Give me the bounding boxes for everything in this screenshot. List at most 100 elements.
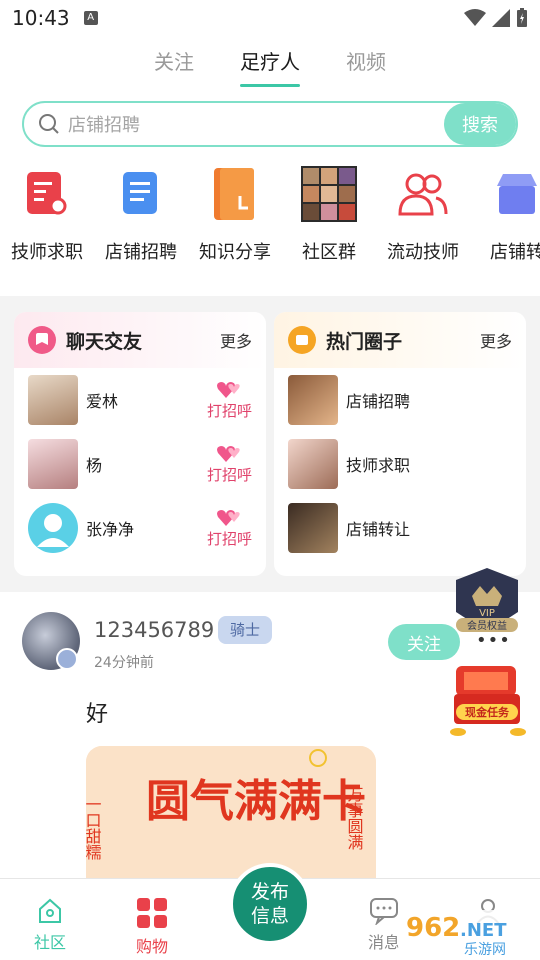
search-input[interactable]: 店铺招聘: [68, 111, 444, 137]
greet-button[interactable]: 打招呼: [207, 444, 252, 485]
list-item[interactable]: 店铺招聘: [274, 368, 526, 432]
post-text: 好: [86, 702, 109, 727]
category-knowledge[interactable]: 知识分享: [188, 166, 282, 276]
tab-following[interactable]: 关注: [154, 46, 194, 87]
people-icon: [398, 173, 448, 216]
promo-left: 一口甜糯: [86, 796, 102, 860]
top-tabs: 关注 足疗人 视频: [0, 46, 540, 87]
circle-card-title: 热门圈子: [326, 330, 403, 353]
list-item[interactable]: 张净净 打招呼: [14, 496, 266, 560]
publish-label-1: 发布: [250, 881, 289, 903]
svg-text:乐游网: 乐游网: [464, 942, 506, 958]
greet-label: 打招呼: [206, 401, 252, 420]
wifi-icon: [464, 9, 486, 26]
notification-icon: A: [83, 11, 98, 25]
nav-label: 购物: [135, 937, 168, 956]
group-photo-icon: [301, 166, 357, 222]
category-row: 技师求职 店铺招聘 知识分享 社区群 流动技师 店铺转: [0, 166, 540, 276]
nav-label: 社区: [33, 933, 66, 952]
status-time: 10:43: [12, 6, 70, 30]
greet-label: 打招呼: [206, 529, 252, 548]
chat-card-header: 聊天交友 更多: [14, 312, 266, 368]
level-badge-icon: [56, 648, 78, 670]
shop-icon: [497, 174, 537, 214]
nav-community[interactable]: 社区: [20, 897, 80, 953]
list-item[interactable]: 爱林 打招呼: [14, 368, 266, 432]
promo-card-art: 圆气满满卡 一口甜糯 万事圆满: [86, 746, 376, 886]
circle-more-link[interactable]: 更多: [480, 328, 512, 352]
battery-icon: [517, 8, 527, 27]
chat-more-link[interactable]: 更多: [220, 328, 252, 352]
cash-task-label: 现金任务: [465, 705, 510, 719]
circle-thumbnail: [288, 503, 338, 553]
circle-thumbnail: [288, 439, 338, 489]
category-label: 店铺招聘: [105, 242, 177, 263]
nav-label: 消息: [367, 933, 400, 952]
post-username[interactable]: 123456789: [94, 618, 214, 642]
signal-icon: [492, 9, 510, 27]
resume-icon: [27, 172, 67, 215]
hot-circles-card: 热门圈子 更多 店铺招聘 技师求职 店铺转让: [274, 312, 526, 576]
category-job-seeking[interactable]: 技师求职: [0, 166, 94, 276]
greet-button[interactable]: 打招呼: [207, 380, 252, 421]
person-name: 爱林: [86, 392, 119, 411]
category-mobile-technician[interactable]: 流动技师: [376, 166, 470, 276]
category-label: 知识分享: [199, 242, 271, 263]
greet-button[interactable]: 打招呼: [207, 508, 252, 549]
more-options-icon[interactable]: •••: [476, 630, 511, 651]
avatar: [28, 375, 78, 425]
default-avatar: [28, 503, 78, 553]
search-icon: [39, 114, 59, 134]
message-icon: [370, 898, 398, 925]
category-label: 技师求职: [11, 242, 83, 263]
circle-name: 店铺转让: [346, 520, 411, 539]
promo-right: 万事圆满: [345, 786, 364, 850]
publish-button[interactable]: 发布 信息: [229, 863, 311, 945]
list-item[interactable]: 杨 打招呼: [14, 432, 266, 496]
hearts-icon: [217, 445, 241, 462]
hearts-icon: [217, 509, 241, 526]
svg-text:.NET: .NET: [460, 920, 507, 941]
post-image[interactable]: 圆气满满卡 一口甜糯 万事圆满: [86, 746, 376, 886]
cash-task-button[interactable]: 现金任务: [446, 660, 528, 740]
status-icons: [464, 8, 528, 28]
circle-name: 店铺招聘: [346, 392, 411, 411]
vip-text: VIP: [479, 608, 495, 619]
tab-video[interactable]: 视频: [346, 46, 386, 87]
document-icon: [123, 172, 157, 214]
list-item[interactable]: 技师求职: [274, 432, 526, 496]
search-button[interactable]: 搜索: [444, 103, 516, 145]
category-shop-hiring[interactable]: 店铺招聘: [94, 166, 188, 276]
hearts-icon: [217, 381, 241, 398]
app-screen: 10:43 A 关注 足疗人 视频 店铺招聘 搜索 技师求职 店铺招聘 知识分享…: [0, 0, 540, 960]
category-community-group[interactable]: 社区群: [282, 166, 376, 276]
rank-badge: 骑士: [218, 616, 273, 644]
site-watermark-logo: 962 .NET 乐游网: [398, 910, 540, 958]
post-time: 24分钟前: [94, 655, 154, 671]
chat-bubble-icon: [28, 326, 56, 354]
home-icon: [39, 898, 61, 923]
svg-text:962: 962: [406, 913, 460, 943]
circle-icon: [288, 326, 316, 354]
circle-name: 技师求职: [346, 456, 411, 475]
category-shop-transfer[interactable]: 店铺转: [470, 166, 540, 276]
list-item[interactable]: 店铺转让: [274, 496, 526, 560]
person-name: 杨: [86, 456, 103, 475]
grid-icon: [137, 898, 167, 928]
circle-card-header: 热门圈子 更多: [274, 312, 526, 368]
nav-shop[interactable]: 购物: [122, 897, 182, 957]
follow-button[interactable]: 关注: [388, 624, 460, 660]
book-icon: [214, 168, 254, 220]
chat-card-title: 聊天交友: [66, 330, 143, 353]
circle-thumbnail: [288, 375, 338, 425]
status-bar: 10:43 A: [0, 0, 540, 36]
tab-foot-therapy[interactable]: 足疗人: [240, 46, 300, 87]
chat-friends-card: 聊天交友 更多 爱林 打招呼 杨 打招呼 张净净 打招呼: [14, 312, 266, 576]
category-label: 店铺转: [490, 242, 540, 263]
vip-benefits-button[interactable]: VIP 会员权益: [452, 566, 522, 638]
avatar: [28, 439, 78, 489]
publish-label-2: 信息: [250, 905, 289, 927]
search-bar[interactable]: 店铺招聘 搜索: [22, 101, 518, 147]
greet-label: 打招呼: [206, 465, 252, 484]
category-label: 社区群: [302, 242, 356, 263]
